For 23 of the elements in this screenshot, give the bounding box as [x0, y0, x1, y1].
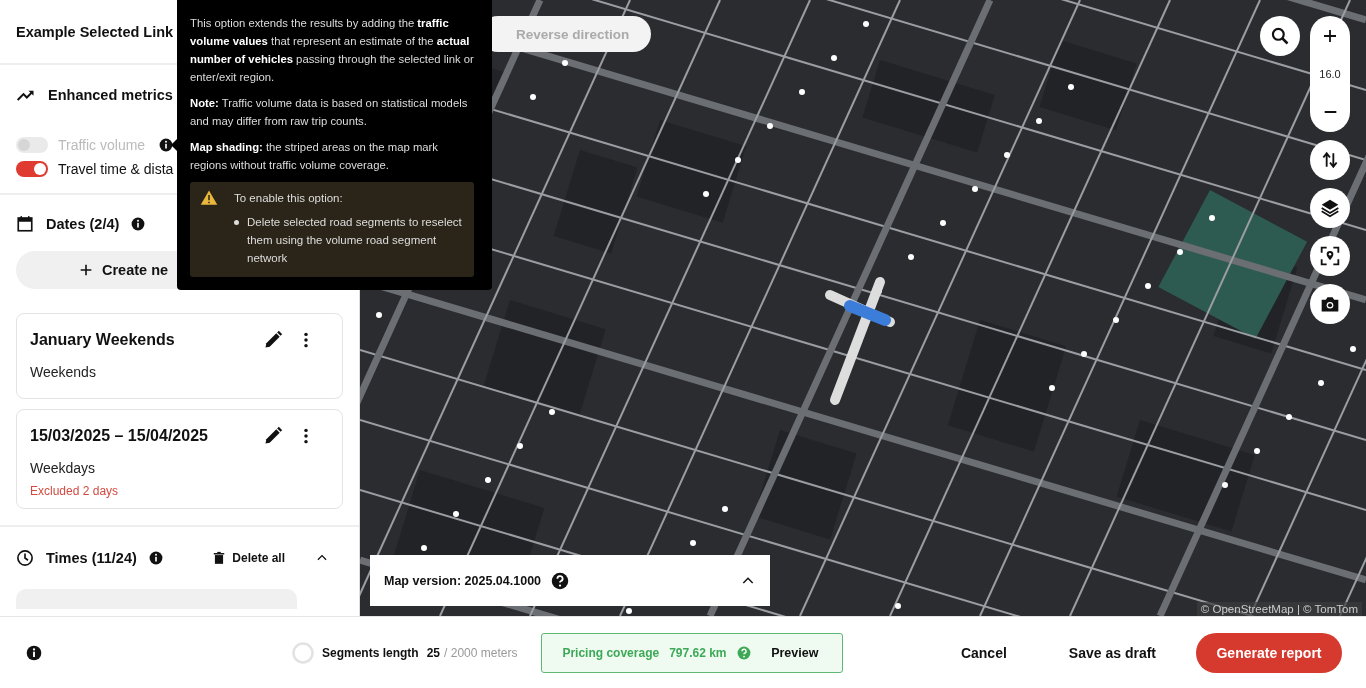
toggle-label: Traffic volume	[58, 137, 146, 153]
section-title: Dates (2/4)	[46, 216, 120, 232]
zoom-level: 16.0	[1319, 67, 1341, 82]
pricing-coverage-label: Pricing coverage	[562, 645, 660, 660]
pricing-coverage-value: 797.62 km	[669, 645, 727, 660]
section-title: Times (11/24)	[46, 550, 137, 566]
tooltip-paragraph: Map shading: the striped areas on the map mark regions without traffic volume coverage.	[190, 140, 439, 173]
toggle-label: Travel time & dista	[58, 161, 174, 177]
card-subtitle: Weekdays	[30, 460, 97, 476]
card-title: 15/03/2025 – 15/04/2025	[30, 427, 209, 445]
panel-title: Example Selected Link	[16, 23, 174, 40]
map-attribution: © OpenStreetMap | © TomTom	[1196, 602, 1362, 616]
card-subtitle: Weekends	[30, 364, 97, 380]
card-note: Excluded 2 days	[30, 484, 120, 498]
segments-length-total: / 2000 meters	[444, 645, 518, 660]
segments-length-label: Segments length	[322, 645, 419, 660]
map-version-label: Map version: 2025.04.1000	[384, 573, 542, 588]
tooltip-paragraph: This option extends the results by adding the traffic volume values that represent an estimate of the actual number of vehicles passing through the selected link or enter/exit region.	[190, 16, 474, 85]
tooltip-paragraph: Note: Traffic volume data is based on statistical models and may differ from raw trip counts.	[190, 96, 469, 129]
section-title: Enhanced metrics	[48, 87, 173, 103]
card-title: January Weekends	[30, 331, 176, 349]
warning-title: To enable this option:	[234, 191, 344, 206]
segments-length-value: 25	[426, 645, 441, 660]
